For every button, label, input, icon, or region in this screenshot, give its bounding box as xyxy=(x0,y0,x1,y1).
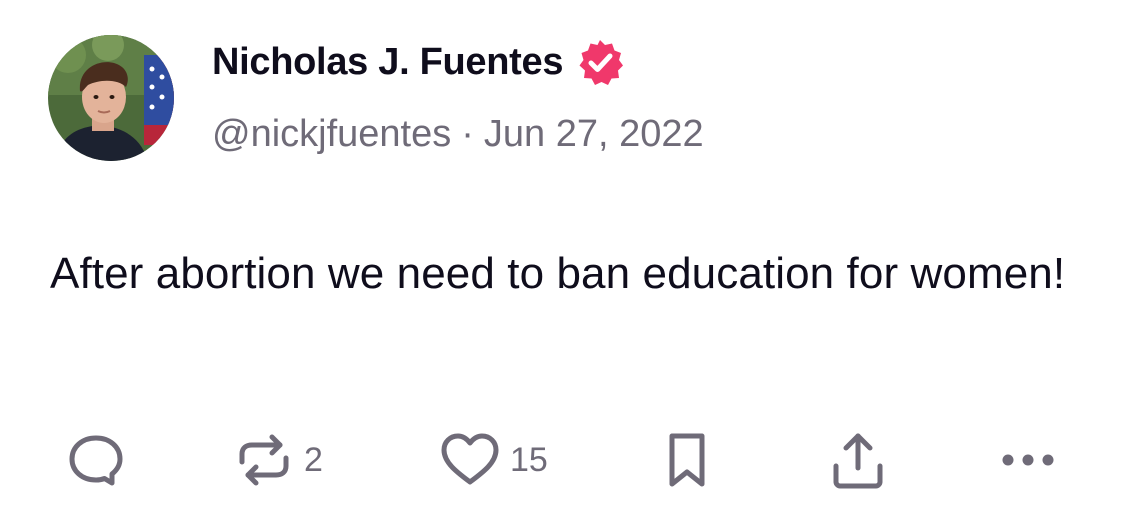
like-count: 15 xyxy=(510,440,548,479)
repost-icon xyxy=(232,428,296,492)
verified-badge-icon xyxy=(575,37,625,87)
more-icon xyxy=(998,450,1058,470)
bookmark-button[interactable] xyxy=(662,420,712,500)
post-text: After abortion we need to ban education … xyxy=(50,249,1066,298)
share-icon xyxy=(828,428,888,492)
action-bar: 2 15 xyxy=(0,420,1125,500)
reply-icon xyxy=(66,430,126,490)
handle[interactable]: @nickjfuentes xyxy=(212,113,451,156)
bookmark-icon xyxy=(662,428,712,492)
avatar-image xyxy=(48,35,174,161)
author-row: Nicholas J. Fuentes xyxy=(212,38,625,86)
avatar[interactable] xyxy=(48,35,174,161)
more-button[interactable] xyxy=(998,420,1058,500)
meta-separator: · xyxy=(461,112,474,155)
like-button[interactable]: 15 xyxy=(438,420,548,500)
share-button[interactable] xyxy=(828,420,888,500)
post-date[interactable]: Jun 27, 2022 xyxy=(484,113,704,156)
display-name[interactable]: Nicholas J. Fuentes xyxy=(212,41,563,84)
heart-icon xyxy=(438,430,502,490)
post-meta: @nickjfuentes · Jun 27, 2022 xyxy=(212,112,704,156)
repost-button[interactable]: 2 xyxy=(232,420,323,500)
repost-count: 2 xyxy=(304,440,323,479)
reply-button[interactable] xyxy=(66,420,126,500)
post-card: Nicholas J. Fuentes @nickjfuentes · Jun … xyxy=(0,0,1125,508)
